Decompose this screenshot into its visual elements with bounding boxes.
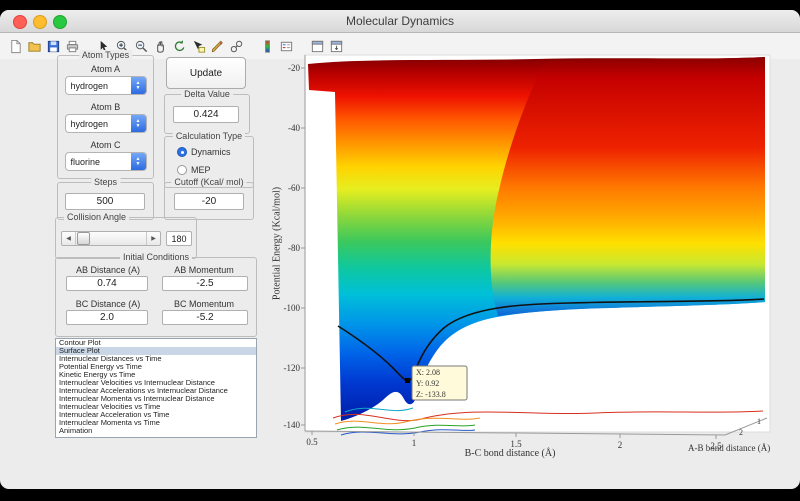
delta-value-field[interactable] xyxy=(173,106,239,123)
list-item[interactable]: Animation xyxy=(56,427,256,435)
list-item[interactable]: Kinetic Energy vs Time xyxy=(56,371,256,379)
x-tick: 0.5 xyxy=(306,437,318,447)
x2-tick: 2 xyxy=(739,428,743,437)
y-tick: -100 xyxy=(284,303,301,313)
ab-distance-field[interactable] xyxy=(66,276,148,291)
datatip-x: X: 2.08 xyxy=(416,368,440,377)
list-item[interactable]: Internuclear Velocities vs Internuclear … xyxy=(56,379,256,387)
y-tick: -40 xyxy=(288,123,300,133)
surface-right-wall xyxy=(491,57,765,316)
ab-distance-label: AB Distance (A) xyxy=(62,265,154,275)
bc-momentum-label: BC Momentum xyxy=(158,299,250,309)
popup-arrows-icon: ▲▼ xyxy=(131,77,146,94)
y-tick: -120 xyxy=(284,363,301,373)
new-document-icon[interactable] xyxy=(6,36,25,56)
open-folder-icon[interactable] xyxy=(25,36,44,56)
delta-value-panel: Delta Value xyxy=(164,94,250,134)
app-window: Molecular Dynamics Atom Types Atom A hyd… xyxy=(0,10,800,489)
window-title: Molecular Dynamics xyxy=(0,10,800,32)
atom-b-value: hydrogen xyxy=(66,119,131,129)
list-item[interactable]: Internuclear Acceleration vs Time xyxy=(56,411,256,419)
atom-a-label: Atom A xyxy=(91,64,120,74)
dynamics-radio-row[interactable]: Dynamics xyxy=(177,147,231,157)
save-icon[interactable] xyxy=(44,36,63,56)
delta-value-title: Delta Value xyxy=(181,89,233,99)
list-item[interactable]: Internuclear Velocities vs Time xyxy=(56,403,256,411)
ab-momentum-label: AB Momentum xyxy=(158,265,250,275)
slider-right-arrow[interactable]: ▶ xyxy=(146,232,160,245)
mep-radio-row[interactable]: MEP xyxy=(177,165,211,175)
pan-hand-icon[interactable] xyxy=(151,36,170,56)
datatip[interactable]: X: 2.08 Y: 0.92 Z: -133.8 xyxy=(412,366,467,400)
datatip-y: Y: 0.92 xyxy=(416,379,439,388)
y-tick: -60 xyxy=(288,183,300,193)
initial-conditions-panel: Initial Conditions AB Distance (A) AB Mo… xyxy=(55,257,257,337)
y-tick-labels: -20 -40 -60 -80 -100 -120 -140 xyxy=(284,63,301,430)
bc-momentum-field[interactable] xyxy=(162,310,248,325)
rotate-3d-icon[interactable] xyxy=(170,36,189,56)
collision-angle-value[interactable] xyxy=(166,231,192,246)
surface-plot[interactable]: X: 2.08 Y: 0.92 Z: -133.8 -20 -40 -60 -8… xyxy=(275,50,775,450)
bc-distance-label: BC Distance (A) xyxy=(62,299,154,309)
title-bar[interactable]: Molecular Dynamics xyxy=(0,10,800,33)
list-item[interactable]: Internuclear Momenta vs Time xyxy=(56,419,256,427)
plot-type-listbox[interactable]: Contour Plot Surface Plot Internuclear D… xyxy=(55,338,257,438)
dynamics-radio-label: Dynamics xyxy=(191,147,231,157)
slider-thumb[interactable] xyxy=(77,232,90,245)
link-plots-icon[interactable] xyxy=(227,36,246,56)
popup-arrows-icon: ▲▼ xyxy=(131,153,146,170)
mep-radio-label: MEP xyxy=(191,165,211,175)
atom-b-label: Atom B xyxy=(91,102,121,112)
x2-tick: 1 xyxy=(757,417,761,426)
list-item[interactable]: Contour Plot xyxy=(56,339,256,347)
brush-data-icon[interactable] xyxy=(208,36,227,56)
steps-title: Steps xyxy=(91,177,120,187)
list-item[interactable]: Internuclear Accelerations vs Internucle… xyxy=(56,387,256,395)
y-tick: -80 xyxy=(288,243,300,253)
mep-radio[interactable] xyxy=(177,165,187,175)
data-cursor-icon[interactable] xyxy=(189,36,208,56)
update-button[interactable]: Update xyxy=(166,57,246,89)
zoom-out-icon[interactable] xyxy=(132,36,151,56)
x-axis-label: B-C bond distance (Å) xyxy=(380,448,640,459)
collision-angle-title: Collision Angle xyxy=(64,212,129,222)
list-item[interactable]: Internuclear Momenta vs Internuclear Dis… xyxy=(56,395,256,403)
atom-types-panel: Atom Types Atom A hydrogen ▲▼ Atom B hyd… xyxy=(57,55,154,179)
slider-left-arrow[interactable]: ◀ xyxy=(62,232,76,245)
dynamics-radio[interactable] xyxy=(177,147,187,157)
list-item-selected[interactable]: Surface Plot xyxy=(56,347,256,355)
datatip-z: Z: -133.8 xyxy=(416,390,446,399)
steps-field[interactable] xyxy=(65,193,145,210)
cutoff-panel: Cutoff (Kcal/ mol) xyxy=(164,182,254,220)
list-item[interactable]: Potential Energy vs Time xyxy=(56,363,256,371)
datatip-marker[interactable] xyxy=(405,378,410,383)
y-tick: -140 xyxy=(284,420,301,430)
y-tick: -20 xyxy=(288,63,300,73)
ab-momentum-field[interactable] xyxy=(162,276,248,291)
bc-distance-field[interactable] xyxy=(66,310,148,325)
cutoff-field[interactable] xyxy=(174,193,244,210)
initial-conditions-title: Initial Conditions xyxy=(120,252,192,262)
popup-arrows-icon: ▲▼ xyxy=(131,115,146,132)
atom-c-value: fluorine xyxy=(66,157,131,167)
calculation-type-title: Calculation Type xyxy=(173,131,245,141)
atom-a-popup[interactable]: hydrogen ▲▼ xyxy=(65,76,147,95)
list-item[interactable]: Internuclear Distances vs Time xyxy=(56,355,256,363)
x-tick: 1 xyxy=(412,438,417,448)
atom-c-popup[interactable]: fluorine ▲▼ xyxy=(65,152,147,171)
screen: { "window": { "title": "Molecular Dynami… xyxy=(0,0,800,501)
atom-types-title: Atom Types xyxy=(79,50,132,60)
atom-b-popup[interactable]: hydrogen ▲▼ xyxy=(65,114,147,133)
atom-c-label: Atom C xyxy=(90,140,120,150)
collision-angle-slider[interactable]: ◀ ▶ xyxy=(61,231,161,246)
cutoff-title: Cutoff (Kcal/ mol) xyxy=(171,177,246,187)
x2-axis-label: A-B bond distance (Å) xyxy=(688,443,800,453)
atom-a-value: hydrogen xyxy=(66,81,131,91)
